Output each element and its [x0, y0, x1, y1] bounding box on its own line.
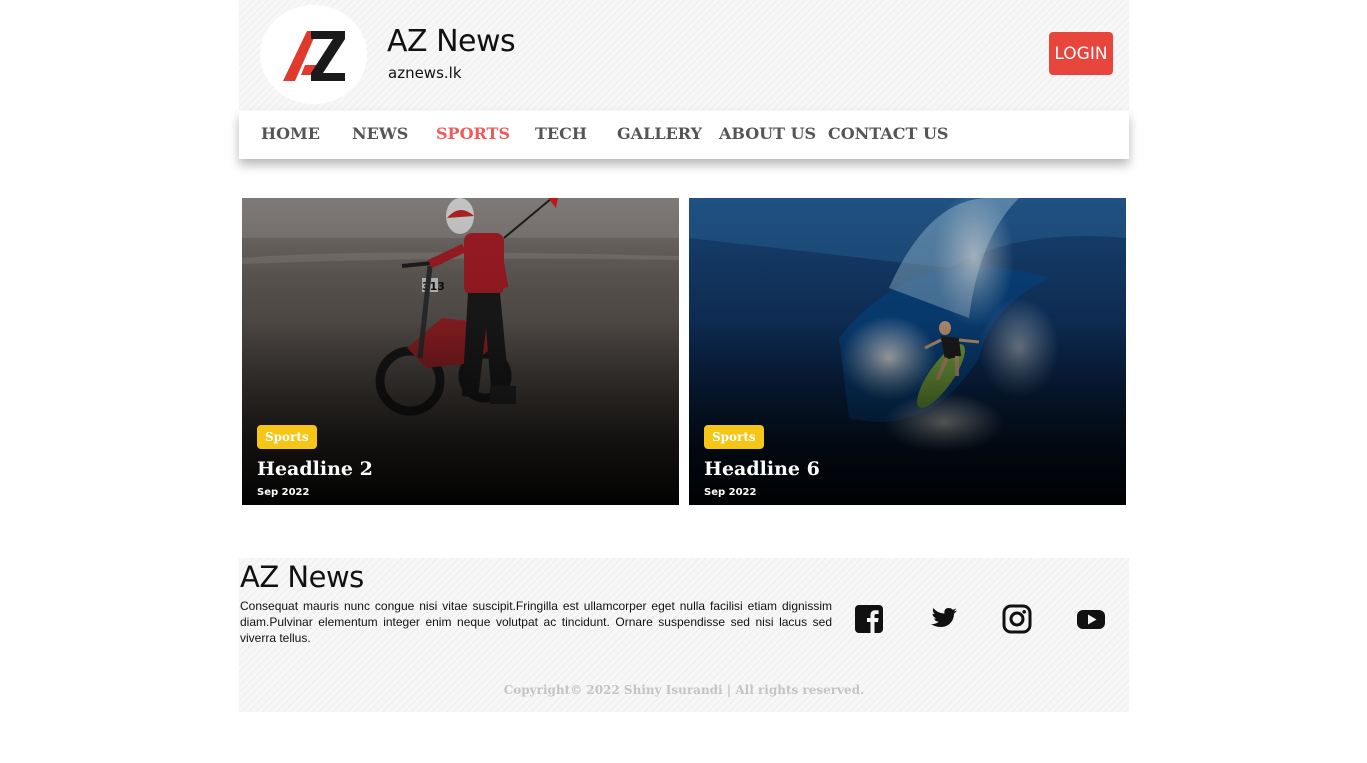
card-headline[interactable]: Headline 6 [704, 458, 820, 480]
youtube-icon[interactable] [1075, 603, 1107, 635]
brand-title: AZ News [387, 24, 516, 59]
nav-item-sports[interactable]: SPORTS [436, 124, 510, 143]
nav-item-gallery[interactable]: GALLERY [617, 124, 702, 143]
news-card[interactable]: 313 Sports Headline 2 Sep 2022 [242, 198, 679, 505]
news-card[interactable]: Sports Headline 6 Sep 2022 [689, 198, 1126, 505]
twitter-icon[interactable] [927, 603, 959, 635]
nav-item-about-us[interactable]: ABOUT US [719, 124, 816, 143]
copyright-text: Copyright© 2022 Shiny Isurandi | All rig… [503, 683, 865, 697]
card-date: Sep 2022 [704, 487, 757, 498]
site-header: AZ News aznews.lk LOGIN [239, 0, 1129, 110]
card-date: Sep 2022 [257, 487, 310, 498]
nav-item-news[interactable]: NEWS [352, 124, 408, 143]
footer-description: Consequat mauris nunc congue nisi vitae … [240, 599, 832, 645]
nav-item-home[interactable]: HOME [261, 124, 320, 143]
login-button[interactable]: LOGIN [1049, 32, 1113, 75]
nav-item-tech[interactable]: TECH [535, 124, 587, 143]
card-headline[interactable]: Headline 2 [257, 458, 373, 480]
az-logo-icon [282, 30, 345, 81]
instagram-icon[interactable] [1001, 603, 1033, 635]
footer-title: AZ News [240, 560, 364, 594]
facebook-icon[interactable] [853, 603, 885, 635]
nav-item-contact-us[interactable]: CONTACT US [828, 124, 948, 143]
main-nav: HOME NEWS SPORTS TECH GALLERY ABOUT US C… [239, 111, 1129, 159]
category-badge[interactable]: Sports [257, 425, 317, 449]
site-logo[interactable] [260, 5, 367, 104]
category-badge[interactable]: Sports [704, 425, 764, 449]
site-footer: AZ News Consequat mauris nunc congue nis… [239, 558, 1129, 712]
brand-subtitle: aznews.lk [388, 64, 462, 82]
